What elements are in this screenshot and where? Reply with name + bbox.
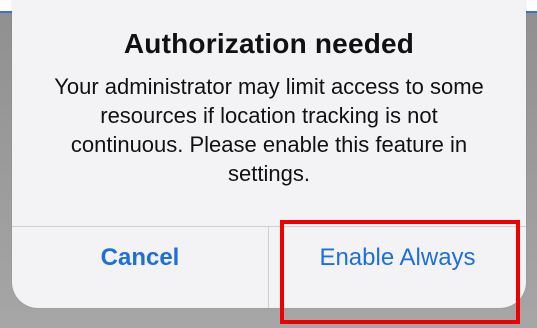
alert-message: Your administrator may limit access to s… xyxy=(54,74,484,186)
authorization-alert-dialog: Authorization needed Your administrator … xyxy=(12,0,526,308)
alert-title: Authorization needed xyxy=(123,28,415,59)
cancel-button[interactable]: Cancel xyxy=(12,227,268,289)
alert-content: Authorization needed Your administrator … xyxy=(12,0,526,186)
alert-button-row: Cancel Enable Always xyxy=(12,226,526,308)
enable-always-button[interactable]: Enable Always xyxy=(269,227,526,289)
